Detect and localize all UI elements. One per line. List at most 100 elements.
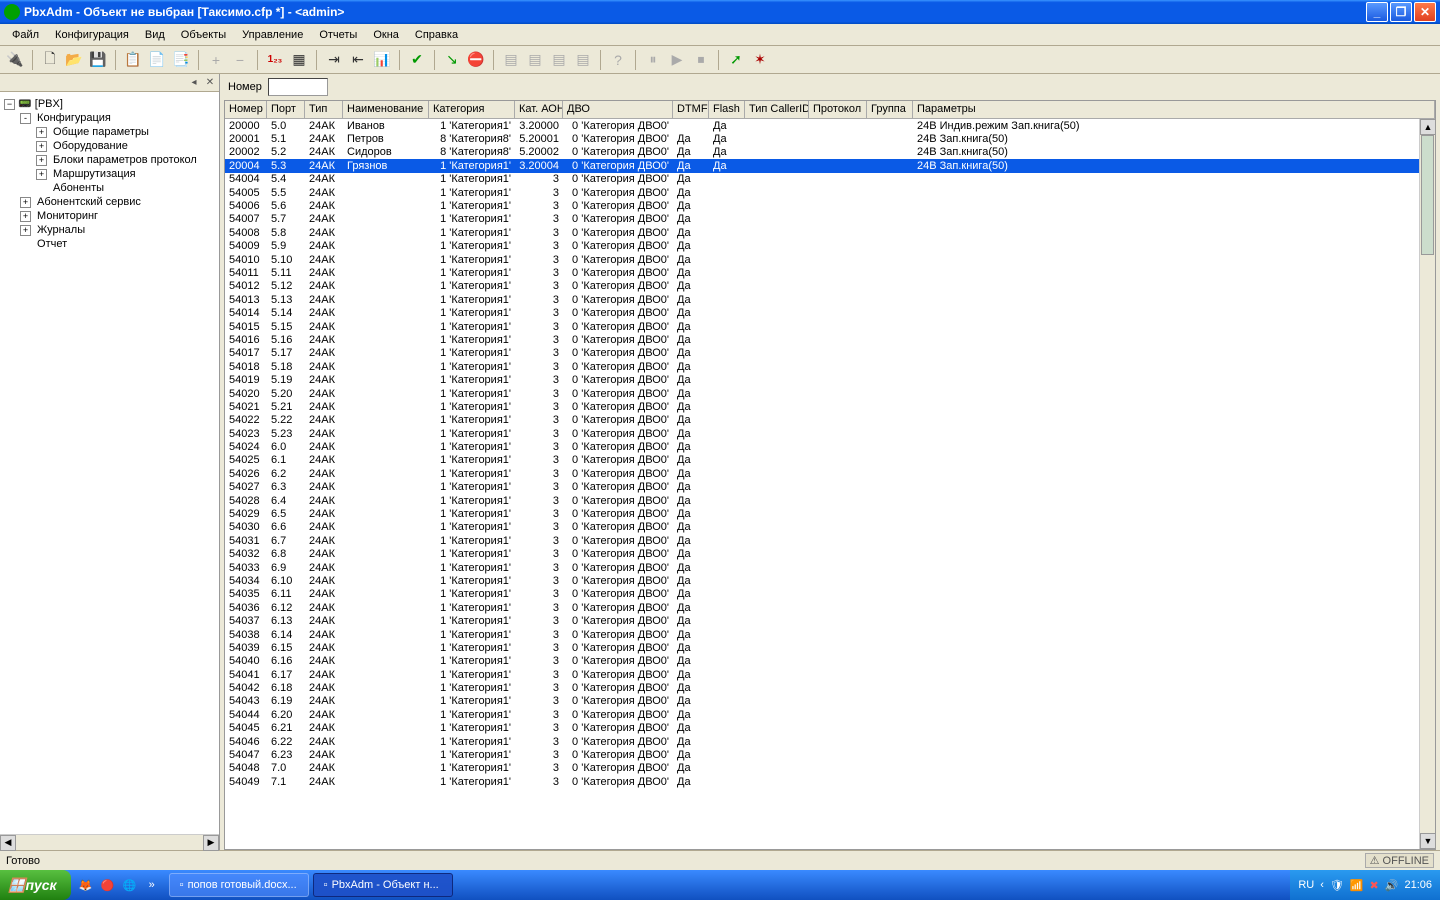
tree-node[interactable]: - Конфигурация	[4, 111, 215, 125]
table-row[interactable]: 540326.824АК1 'Категория1'30 'Категория …	[225, 548, 1435, 561]
tree-collapse-icon[interactable]: ◂	[187, 76, 201, 90]
column-header[interactable]: Категория	[429, 101, 515, 118]
table-row[interactable]: 200015.124АКПетров8 'Категория8'5.200010…	[225, 132, 1435, 145]
table-row[interactable]: 540426.1824АК1 'Категория1'30 'Категория…	[225, 681, 1435, 694]
table-row[interactable]: 540316.724АК1 'Категория1'30 'Категория …	[225, 534, 1435, 547]
tool-report-icon[interactable]: 📊	[371, 49, 393, 71]
maximize-button[interactable]: ❐	[1390, 2, 1412, 22]
tool-sort-icon[interactable]: 1₂₃	[264, 49, 286, 71]
table-row[interactable]: 540135.1324АК1 'Категория1'30 'Категория…	[225, 293, 1435, 306]
table-row[interactable]: 540235.2324АК1 'Категория1'30 'Категория…	[225, 427, 1435, 440]
tool-import-icon[interactable]: ⇤	[347, 49, 369, 71]
column-header[interactable]: DTMF	[673, 101, 709, 118]
menu-item[interactable]: Конфигурация	[47, 27, 137, 43]
ie-icon[interactable]: 🌐	[121, 876, 139, 894]
column-header[interactable]: Номер	[225, 101, 267, 118]
table-row[interactable]: 540306.624АК1 'Категория1'30 'Категория …	[225, 521, 1435, 534]
table-row[interactable]: 540215.2124АК1 'Категория1'30 'Категория…	[225, 400, 1435, 413]
table-row[interactable]: 540095.924АК1 'Категория1'30 'Категория …	[225, 240, 1435, 253]
tool-remove-icon[interactable]: −	[229, 49, 251, 71]
tree-node[interactable]: + Оборудование	[4, 139, 215, 153]
table-row[interactable]: 540125.1224АК1 'Категория1'30 'Категория…	[225, 280, 1435, 293]
tool-pause-icon[interactable]: ⏸	[642, 49, 664, 71]
column-header[interactable]: Тип CallerID	[745, 101, 809, 118]
table-row[interactable]: 540446.2024АК1 'Категория1'30 'Категория…	[225, 708, 1435, 721]
menu-item[interactable]: Файл	[4, 27, 47, 43]
table-row[interactable]: 540286.424АК1 'Категория1'30 'Категория …	[225, 494, 1435, 507]
table-row[interactable]: 540115.1124АК1 'Категория1'30 'Категория…	[225, 266, 1435, 279]
table-row[interactable]: 540065.624АК1 'Категория1'30 'Категория …	[225, 199, 1435, 212]
table-row[interactable]: 540476.2324АК1 'Категория1'30 'Категория…	[225, 748, 1435, 761]
table-row[interactable]: 540356.1124АК1 'Категория1'30 'Категория…	[225, 588, 1435, 601]
tray-lang[interactable]: RU	[1298, 879, 1314, 891]
tool-table-icon[interactable]: ▦	[288, 49, 310, 71]
opera-icon[interactable]: 🔴	[99, 876, 117, 894]
table-row[interactable]: 200025.224АКСидоров8 'Категория8'5.20002…	[225, 146, 1435, 159]
table-row[interactable]: 540055.524АК1 'Категория1'30 'Категория …	[225, 186, 1435, 199]
menu-item[interactable]: Вид	[137, 27, 173, 43]
column-header[interactable]: Тип	[305, 101, 343, 118]
tool-doc3-icon[interactable]: ▤	[548, 49, 570, 71]
tool-doc2-icon[interactable]: ▤	[524, 49, 546, 71]
table-row[interactable]: 540225.2224АК1 'Категория1'30 'Категория…	[225, 414, 1435, 427]
menu-item[interactable]: Окна	[365, 27, 407, 43]
table-row[interactable]: 540386.1424АК1 'Категория1'30 'Категория…	[225, 628, 1435, 641]
desktop-icon[interactable]: »	[143, 876, 161, 894]
table-row[interactable]: 540246.024АК1 'Категория1'30 'Категория …	[225, 440, 1435, 453]
tool-connect-icon[interactable]: 🔌	[4, 49, 26, 71]
table-row[interactable]: 540406.1624АК1 'Категория1'30 'Категория…	[225, 655, 1435, 668]
table-row[interactable]: 200045.324АКГрязнов1 'Категория1'3.20004…	[225, 159, 1435, 172]
table-row[interactable]: 540346.1024АК1 'Категория1'30 'Категория…	[225, 574, 1435, 587]
table-row[interactable]: 200005.024АКИванов1 'Категория1'3.200000…	[225, 119, 1435, 132]
menu-item[interactable]: Управление	[234, 27, 311, 43]
tray-arrow-icon[interactable]: ‹	[1320, 879, 1324, 891]
tray-network-icon[interactable]: 📶	[1350, 879, 1364, 892]
table-row[interactable]: 540296.524АК1 'Категория1'30 'Категория …	[225, 507, 1435, 520]
tool-cancel-icon[interactable]: ⛔	[465, 49, 487, 71]
table-row[interactable]: 540155.1524АК1 'Категория1'30 'Категория…	[225, 320, 1435, 333]
column-header[interactable]: Порт	[267, 101, 305, 118]
tool-copy-icon[interactable]: 📋	[122, 49, 144, 71]
table-row[interactable]: 540456.2124АК1 'Категория1'30 'Категория…	[225, 722, 1435, 735]
table-row[interactable]: 540165.1624АК1 'Категория1'30 'Категория…	[225, 333, 1435, 346]
table-row[interactable]: 540436.1924АК1 'Категория1'30 'Категория…	[225, 695, 1435, 708]
tool-open-icon[interactable]: 📂	[63, 49, 85, 71]
table-row[interactable]: 540266.224АК1 'Категория1'30 'Категория …	[225, 467, 1435, 480]
tree-h-scrollbar[interactable]: ◀ ▶	[0, 834, 219, 850]
tool-save-icon[interactable]: 💾	[87, 49, 109, 71]
scroll-left-icon[interactable]: ◀	[0, 835, 16, 851]
taskbar-task[interactable]: ▫PbxAdm - Объект н...	[313, 873, 453, 897]
scroll-right-icon[interactable]: ▶	[203, 835, 219, 851]
system-tray[interactable]: RU ‹ 🛡 📶 ✖ 🔊 21:06	[1290, 870, 1440, 900]
table-row[interactable]: 540396.1524АК1 'Категория1'30 'Категория…	[225, 641, 1435, 654]
table-row[interactable]: 540256.124АК1 'Категория1'30 'Категория …	[225, 454, 1435, 467]
scroll-up-icon[interactable]: ▲	[1420, 119, 1436, 135]
column-header[interactable]: Параметры	[913, 101, 1435, 118]
table-row[interactable]: 540205.2024АК1 'Категория1'30 'Категория…	[225, 387, 1435, 400]
tool-export-icon[interactable]: ⇥	[323, 49, 345, 71]
tool-net2-icon[interactable]: ✶	[749, 49, 771, 71]
tray-clock[interactable]: 21:06	[1404, 879, 1432, 891]
tree-node[interactable]: + Маршрутизация	[4, 167, 215, 181]
tree-close-icon[interactable]: ✕	[203, 76, 217, 90]
tool-play-icon[interactable]: ▶	[666, 49, 688, 71]
grid-body[interactable]: 200005.024АКИванов1 'Категория1'3.200000…	[225, 119, 1435, 789]
tool-help-icon[interactable]: ?	[607, 49, 629, 71]
tool-paste2-icon[interactable]: 📑	[170, 49, 192, 71]
table-row[interactable]: 540195.1924АК1 'Категория1'30 'Категория…	[225, 373, 1435, 386]
tree-node[interactable]: + Абонентский сервис	[4, 195, 215, 209]
table-row[interactable]: 540105.1024АК1 'Категория1'30 'Категория…	[225, 253, 1435, 266]
column-header[interactable]: Flash	[709, 101, 745, 118]
table-row[interactable]: 540416.1724АК1 'Категория1'30 'Категория…	[225, 668, 1435, 681]
tray-volume-icon[interactable]: 🔊	[1385, 879, 1399, 892]
table-row[interactable]: 540075.724АК1 'Категория1'30 'Категория …	[225, 213, 1435, 226]
close-button[interactable]: ✕	[1414, 2, 1436, 22]
table-row[interactable]: 540376.1324АК1 'Категория1'30 'Категория…	[225, 614, 1435, 627]
table-row[interactable]: 540487.024АК1 'Категория1'30 'Категория …	[225, 762, 1435, 775]
table-row[interactable]: 540045.424АК1 'Категория1'30 'Категория …	[225, 173, 1435, 186]
scroll-thumb[interactable]	[1421, 135, 1434, 255]
tool-doc1-icon[interactable]: ▤	[500, 49, 522, 71]
table-row[interactable]: 540497.124АК1 'Категория1'30 'Категория …	[225, 775, 1435, 788]
tool-net1-icon[interactable]: ➚	[725, 49, 747, 71]
tray-shield-icon[interactable]: 🛡	[1330, 879, 1344, 892]
